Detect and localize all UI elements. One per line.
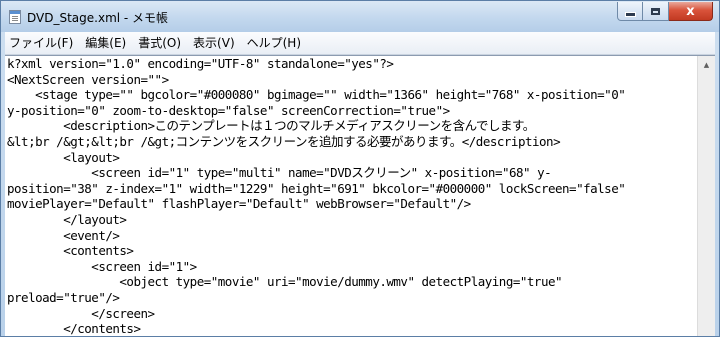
editor-line: preload="true"/> xyxy=(7,289,120,305)
editor-line: <screen id="1"> xyxy=(7,258,197,274)
editor-line: <contents> xyxy=(7,243,134,259)
editor-line: y-position="0" zoom-to-desktop="false" s… xyxy=(7,102,450,118)
editor-text-area[interactable]: k?xml version="1.0" encoding="UTF-8" sta… xyxy=(5,56,695,337)
menu-file[interactable]: ファイル(F) xyxy=(5,32,79,54)
menu-view[interactable]: 表示(V) xyxy=(187,32,241,54)
menu-edit[interactable]: 編集(E) xyxy=(79,32,132,54)
title-bar[interactable]: DVD_Stage.xml - メモ帳 x xyxy=(1,1,719,32)
editor-line: <description>このテンプレートは１つのマルチメディアスクリーンを含ん… xyxy=(7,118,535,134)
editor-line: k?xml version="1.0" encoding="UTF-8" sta… xyxy=(7,56,394,71)
editor-line: </screen> xyxy=(7,305,155,321)
maximize-icon xyxy=(651,7,660,15)
editor-line: </contents> xyxy=(7,321,141,337)
notepad-app-icon[interactable] xyxy=(9,10,21,24)
editor-line: <layout> xyxy=(7,149,120,165)
minimize-icon xyxy=(624,11,636,17)
menu-help[interactable]: ヘルプ(H) xyxy=(241,32,307,54)
close-button[interactable]: x xyxy=(669,2,713,21)
caption-buttons: x xyxy=(617,2,713,22)
text-editor[interactable]: k?xml version="1.0" encoding="UTF-8" sta… xyxy=(5,55,715,337)
editor-line: moviePlayer="Default" flashPlayer="Defau… xyxy=(7,196,471,212)
editor-line: </layout> xyxy=(7,211,127,227)
editor-line: &lt;br /&gt;&lt;br /&gt;コンテンツをスクリーンを追加する… xyxy=(7,133,561,149)
maximize-button[interactable] xyxy=(643,2,669,21)
close-icon: x xyxy=(686,3,695,19)
vertical-scrollbar[interactable]: ▲ xyxy=(697,56,715,336)
editor-line: position="38" z-index="1" width="1229" h… xyxy=(7,180,626,196)
notepad-window: DVD_Stage.xml - メモ帳 x ファイル(F) 編集(E) 書式(O… xyxy=(0,0,720,337)
editor-line: <event/> xyxy=(7,227,120,243)
scroll-up-arrow-icon[interactable]: ▲ xyxy=(698,56,715,73)
window-title: DVD_Stage.xml - メモ帳 xyxy=(27,11,169,25)
editor-line: <NextScreen version=""> xyxy=(7,71,169,87)
minimize-button[interactable] xyxy=(617,2,643,21)
editor-line: <object type="movie" uri="movie/dummy.wm… xyxy=(7,274,563,290)
menu-format[interactable]: 書式(O) xyxy=(132,32,187,54)
editor-line: <stage type="" bgcolor="#000080" bgimage… xyxy=(7,87,626,103)
menu-bar: ファイル(F) 編集(E) 書式(O) 表示(V) ヘルプ(H) xyxy=(5,32,715,55)
editor-line: <screen id="1" type="multi" name="DVDスクリ… xyxy=(7,165,552,181)
